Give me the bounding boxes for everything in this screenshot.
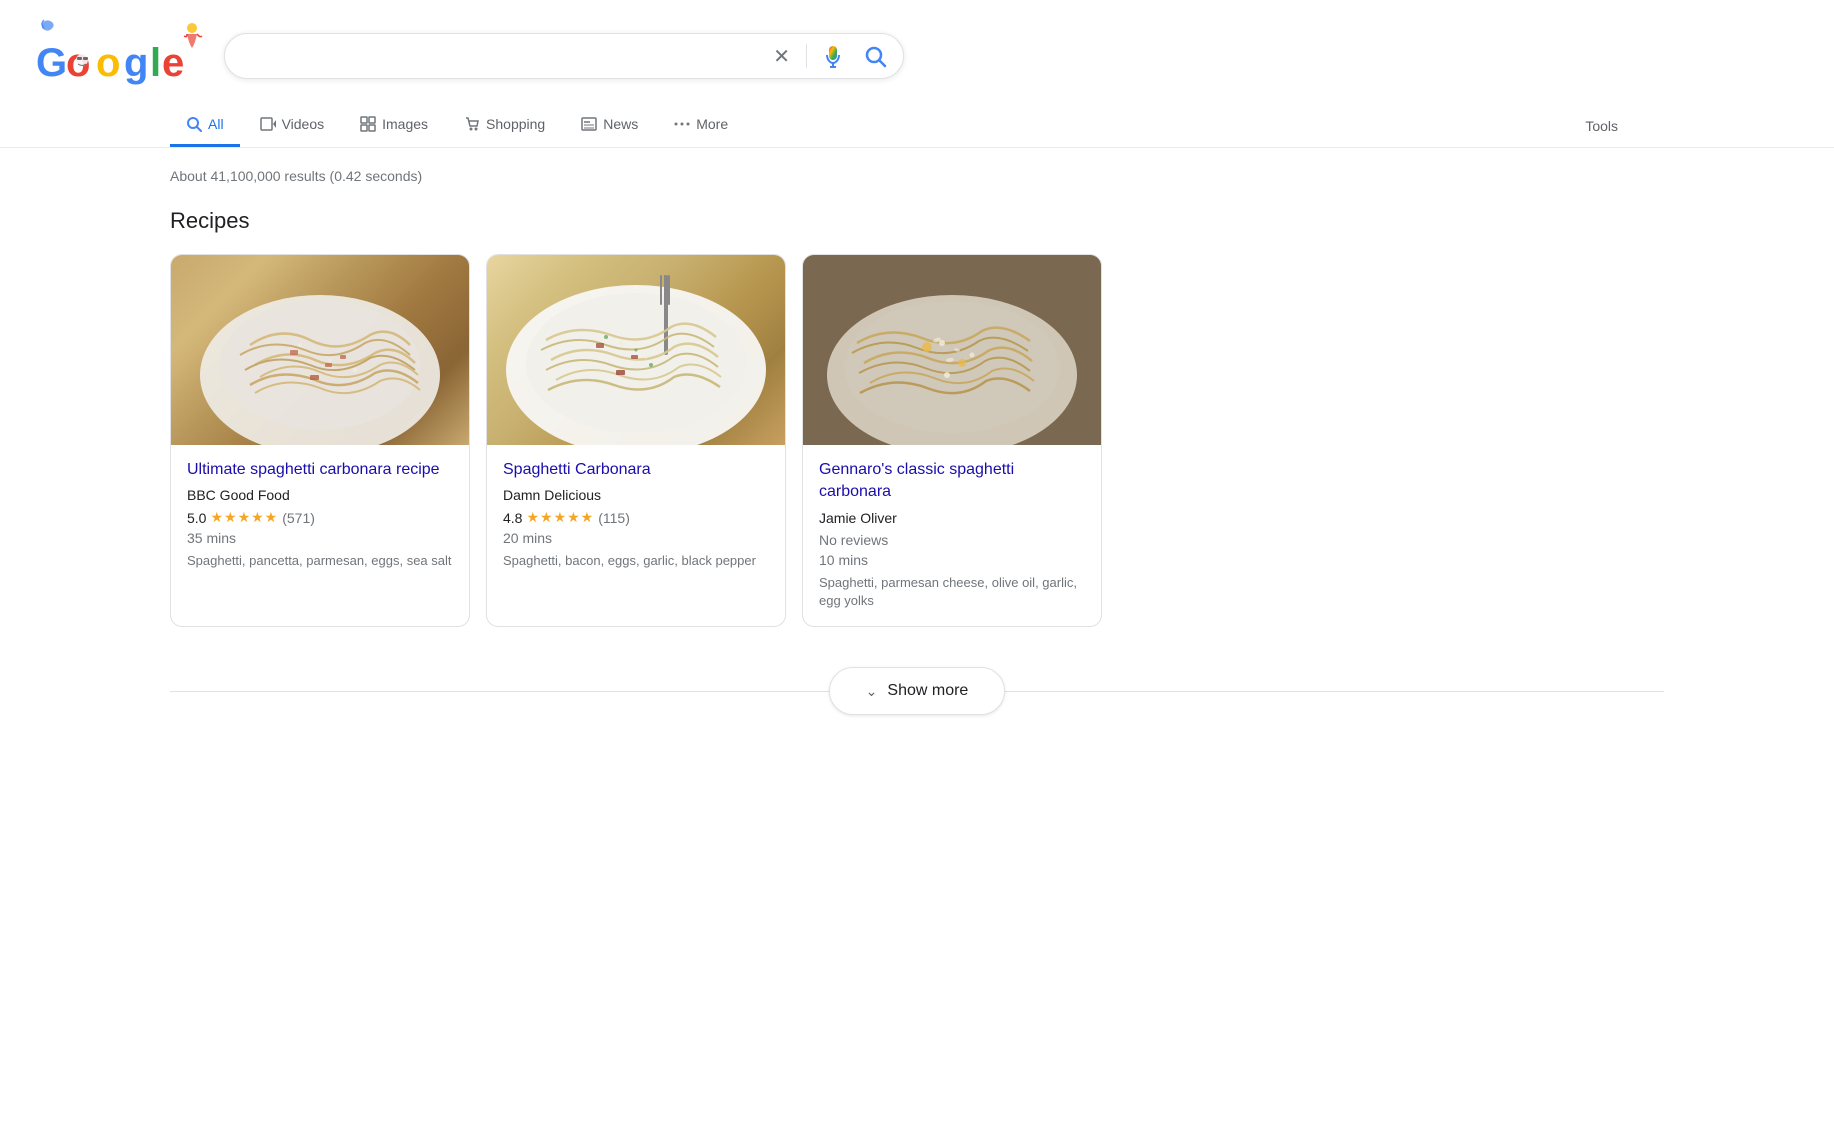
recipe-ingredients-1: Spaghetti, pancetta, parmesan, eggs, sea… — [187, 552, 453, 570]
recipe-card-2[interactable]: Spaghetti Carbonara Damn Delicious 4.8 ★… — [486, 254, 786, 627]
search-divider — [806, 44, 807, 68]
nav-item-videos[interactable]: Videos — [244, 104, 341, 147]
search-input[interactable]: spaghetti carbonara recipe — [241, 46, 761, 66]
nav-item-news[interactable]: News — [565, 104, 654, 147]
recipe-card-body-2: Spaghetti Carbonara Damn Delicious 4.8 ★… — [487, 445, 785, 587]
rating-count-1: (571) — [282, 510, 315, 526]
recipe-card-body-1: Ultimate spaghetti carbonara recipe BBC … — [171, 445, 469, 587]
search-nav-icon — [186, 116, 202, 132]
results-stats: About 41,100,000 results (0.42 seconds) — [170, 168, 1664, 184]
rating-value-2: 4.8 — [503, 510, 522, 526]
svg-text:e: e — [162, 41, 184, 85]
show-more-button[interactable]: ⌄ Show more — [829, 667, 1006, 715]
news-nav-icon — [581, 116, 597, 132]
google-logo: G o o g l e — [24, 16, 204, 96]
recipe-rating-row-2: 4.8 ★★★★★ (115) — [503, 509, 769, 526]
search-bar[interactable]: spaghetti carbonara recipe ✕ — [224, 33, 904, 79]
recipe-ingredients-2: Spaghetti, bacon, eggs, garlic, black pe… — [503, 552, 769, 570]
recipe-image-3 — [803, 255, 1101, 445]
show-more-label: Show more — [887, 682, 968, 700]
nav-item-all[interactable]: All — [170, 104, 240, 147]
svg-text:l: l — [150, 41, 161, 85]
recipe-source-3: Jamie Oliver — [819, 510, 1085, 526]
recipe-image-2 — [487, 255, 785, 445]
svg-text:o: o — [96, 41, 120, 85]
recipe-time-3: 10 mins — [819, 552, 1085, 568]
nav-tools[interactable]: Tools — [1569, 106, 1634, 146]
recipes-section-title: Recipes — [170, 208, 1664, 234]
stars-1: ★★★★★ — [210, 509, 278, 526]
recipe-card-body-3: Gennaro's classic spaghetti carbonara Ja… — [803, 445, 1101, 626]
recipe-card-3[interactable]: Gennaro's classic spaghetti carbonara Ja… — [802, 254, 1102, 627]
svg-text:G: G — [36, 41, 67, 85]
recipe-title-2: Spaghetti Carbonara — [503, 459, 769, 481]
rating-value-1: 5.0 — [187, 510, 206, 526]
recipe-time-1: 35 mins — [187, 530, 453, 546]
recipe-rating-row-1: 5.0 ★★★★★ (571) — [187, 509, 453, 526]
header: G o o g l e spaghetti carbonara recipe ✕ — [0, 0, 1834, 96]
images-nav-icon — [360, 116, 376, 132]
recipe-title-1: Ultimate spaghetti carbonara recipe — [187, 459, 453, 481]
svg-text:g: g — [124, 41, 148, 85]
recipe-cards-container: Ultimate spaghetti carbonara recipe BBC … — [170, 254, 1664, 627]
recipe-source-1: BBC Good Food — [187, 487, 453, 503]
recipe-card-1[interactable]: Ultimate spaghetti carbonara recipe BBC … — [170, 254, 470, 627]
recipe-rating-row-3: No reviews — [819, 532, 1085, 548]
clear-search-icon[interactable]: ✕ — [769, 40, 794, 73]
microphone-icon[interactable] — [819, 42, 847, 70]
video-nav-icon — [260, 116, 276, 132]
rating-value-3: No reviews — [819, 532, 888, 548]
nav-bar: All Videos Images Shopping Ne — [0, 104, 1834, 148]
show-more-container: ⌄ Show more — [170, 667, 1664, 715]
shopping-nav-icon — [464, 116, 480, 132]
nav-item-more[interactable]: More — [658, 104, 744, 147]
recipe-image-1 — [171, 255, 469, 445]
stars-2: ★★★★★ — [526, 509, 594, 526]
more-nav-icon — [674, 116, 690, 132]
rating-count-2: (115) — [598, 510, 630, 526]
chevron-down-icon: ⌄ — [866, 683, 878, 700]
recipe-source-2: Damn Delicious — [503, 487, 769, 503]
recipe-title-3: Gennaro's classic spaghetti carbonara — [819, 459, 1085, 504]
nav-item-images[interactable]: Images — [344, 104, 444, 147]
recipe-ingredients-3: Spaghetti, parmesan cheese, olive oil, g… — [819, 574, 1085, 610]
recipe-time-2: 20 mins — [503, 530, 769, 546]
search-submit-icon[interactable] — [863, 44, 887, 68]
results-area: About 41,100,000 results (0.42 seconds) … — [0, 148, 1834, 755]
nav-item-shopping[interactable]: Shopping — [448, 104, 561, 147]
